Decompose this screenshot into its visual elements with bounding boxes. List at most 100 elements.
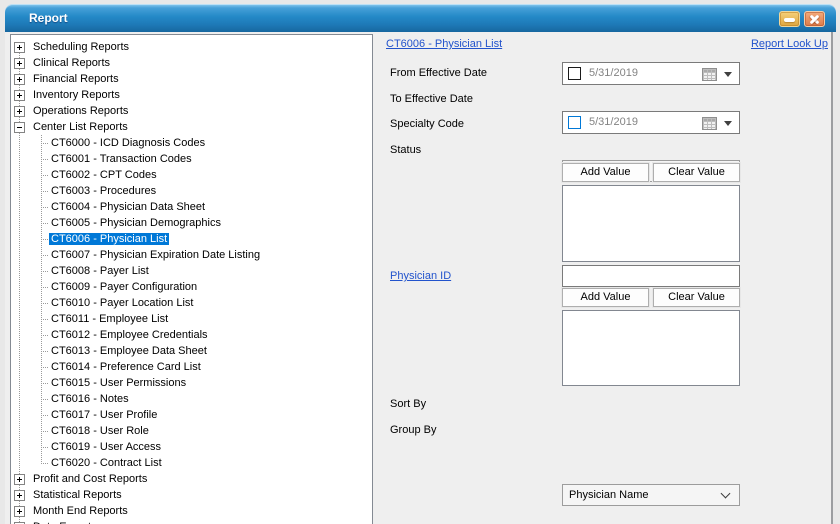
tree-item-label: Month End Reports <box>31 505 130 517</box>
expand-icon[interactable] <box>14 42 25 53</box>
physician-clear-value-button[interactable]: Clear Value <box>653 288 740 307</box>
tree-item[interactable]: CT6009 - Payer Configuration <box>11 279 372 295</box>
tree-item[interactable]: Clinical Reports <box>11 55 372 71</box>
tree-item-label: Profit and Cost Reports <box>31 473 149 485</box>
tree-item-label: CT6012 - Employee Credentials <box>49 329 210 341</box>
tree-item[interactable]: CT6000 - ICD Diagnosis Codes <box>11 135 372 151</box>
date-dropdown-arrow-icon[interactable] <box>724 72 732 81</box>
group-by-label: Group By <box>390 424 436 436</box>
minimize-icon <box>784 18 795 22</box>
to-date-value: 5/31/2019 <box>589 112 638 133</box>
tree-item[interactable]: CT6014 - Preference Card List <box>11 359 372 375</box>
tree-item[interactable]: CT6007 - Physician Expiration Date Listi… <box>11 247 372 263</box>
tree-item[interactable]: CT6019 - User Access <box>11 439 372 455</box>
tree-item[interactable]: Financial Reports <box>11 71 372 87</box>
tree-item[interactable]: CT6001 - Transaction Codes <box>11 151 372 167</box>
minimize-button[interactable] <box>779 11 800 27</box>
expand-icon[interactable] <box>14 58 25 69</box>
tree-item[interactable]: CT6010 - Payer Location List <box>11 295 372 311</box>
tree-item[interactable]: Data Export <box>11 519 372 524</box>
tree-item[interactable]: CT6003 - Procedures <box>11 183 372 199</box>
report-form-panel: CT6006 - Physician List Report Look Up F… <box>374 34 833 524</box>
tree-item[interactable]: CT6013 - Employee Data Sheet <box>11 343 372 359</box>
expand-icon[interactable] <box>14 490 25 501</box>
tree-item-label: CT6009 - Payer Configuration <box>49 281 199 293</box>
sort-by-label: Sort By <box>390 398 426 410</box>
status-values-listbox[interactable] <box>562 185 740 262</box>
tree-item[interactable]: Operations Reports <box>11 103 372 119</box>
tree-item[interactable]: CT6015 - User Permissions <box>11 375 372 391</box>
tree-item-label: CT6001 - Transaction Codes <box>49 153 194 165</box>
window-titlebar: Report <box>5 4 836 32</box>
tree-item-label: CT6013 - Employee Data Sheet <box>49 345 209 357</box>
calendar-icon <box>702 68 717 81</box>
status-label: Status <box>390 144 421 156</box>
chevron-down-icon <box>721 489 731 499</box>
to-effective-date-picker[interactable]: 5/31/2019 <box>562 111 740 134</box>
tree-item-label: CT6015 - User Permissions <box>49 377 188 389</box>
tree-item-label: CT6003 - Procedures <box>49 185 158 197</box>
window-content: Scheduling Reports Clinical Reports Financ… <box>5 32 833 524</box>
tree-item[interactable]: Month End Reports <box>11 503 372 519</box>
tree-item[interactable]: Profit and Cost Reports <box>11 471 372 487</box>
from-date-checkbox[interactable] <box>568 67 581 80</box>
tree-item[interactable]: CT6012 - Employee Credentials <box>11 327 372 343</box>
collapse-icon[interactable] <box>14 122 25 133</box>
window-title: Report <box>29 4 68 32</box>
tree-item-label: CT6010 - Payer Location List <box>49 297 195 309</box>
tree-item-label: CT6014 - Preference Card List <box>49 361 203 373</box>
tree-item[interactable]: CT6017 - User Profile <box>11 407 372 423</box>
status-add-value-button[interactable]: Add Value <box>562 163 649 182</box>
tree-item-label: CT6004 - Physician Data Sheet <box>49 201 207 213</box>
tree-item[interactable]: CT6005 - Physician Demographics <box>11 215 372 231</box>
expand-icon[interactable] <box>14 90 25 101</box>
calendar-icon <box>702 117 717 130</box>
report-look-up-link[interactable]: Report Look Up <box>751 38 828 50</box>
tree-item-label: Operations Reports <box>31 105 130 117</box>
tree-item[interactable]: CT6006 - Physician List <box>11 231 372 247</box>
close-button[interactable] <box>804 11 825 27</box>
tree-item-label: CT6020 - Contract List <box>49 457 164 469</box>
from-effective-date-picker[interactable]: 5/31/2019 <box>562 62 740 85</box>
tree-item-label: CT6018 - User Role <box>49 425 151 437</box>
physician-id-values-listbox[interactable] <box>562 310 740 386</box>
report-tree-panel: Scheduling Reports Clinical Reports Financ… <box>10 34 373 524</box>
to-date-checkbox[interactable] <box>568 116 581 129</box>
expand-icon[interactable] <box>14 506 25 517</box>
sort-by-value: Physician Name <box>569 485 648 505</box>
expand-icon[interactable] <box>14 474 25 485</box>
tree-item-label: CT6006 - Physician List <box>49 233 169 245</box>
tree-item-label: Scheduling Reports <box>31 41 131 53</box>
tree-item[interactable]: CT6018 - User Role <box>11 423 372 439</box>
date-dropdown-arrow-icon[interactable] <box>724 121 732 130</box>
tree-item-label: CT6019 - User Access <box>49 441 163 453</box>
from-effective-date-label: From Effective Date <box>390 67 487 79</box>
tree-item[interactable]: CT6011 - Employee List <box>11 311 372 327</box>
physician-id-input[interactable] <box>562 265 740 287</box>
tree-item-label: Clinical Reports <box>31 57 112 69</box>
tree-item[interactable]: CT6004 - Physician Data Sheet <box>11 199 372 215</box>
tree-item[interactable]: Inventory Reports <box>11 87 372 103</box>
physician-id-link[interactable]: Physician ID <box>390 270 451 282</box>
expand-icon[interactable] <box>14 106 25 117</box>
tree-item-label: CT6000 - ICD Diagnosis Codes <box>49 137 207 149</box>
tree-item[interactable]: Scheduling Reports <box>11 39 372 55</box>
tree-item-label: CT6007 - Physician Expiration Date Listi… <box>49 249 262 261</box>
tree-item[interactable]: CT6016 - Notes <box>11 391 372 407</box>
tree-item-label: CT6005 - Physician Demographics <box>49 217 223 229</box>
status-clear-value-button[interactable]: Clear Value <box>653 163 740 182</box>
tree-item[interactable]: Statistical Reports <box>11 487 372 503</box>
physician-add-value-button[interactable]: Add Value <box>562 288 649 307</box>
tree-item[interactable]: CT6002 - CPT Codes <box>11 167 372 183</box>
tree-item[interactable]: CT6020 - Contract List <box>11 455 372 471</box>
tree-item-label: CT6017 - User Profile <box>49 409 159 421</box>
report-title-link[interactable]: CT6006 - Physician List <box>386 38 502 50</box>
expand-icon[interactable] <box>14 74 25 85</box>
tree-item[interactable]: CT6008 - Payer List <box>11 263 372 279</box>
report-tree: Scheduling Reports Clinical Reports Financ… <box>11 39 372 524</box>
tree-item[interactable]: Center List Reports <box>11 119 372 135</box>
sort-by-dropdown[interactable]: Physician Name <box>562 484 740 506</box>
tree-item-label: CT6016 - Notes <box>49 393 131 405</box>
from-date-value: 5/31/2019 <box>589 63 638 84</box>
tree-item-label: Statistical Reports <box>31 489 124 501</box>
